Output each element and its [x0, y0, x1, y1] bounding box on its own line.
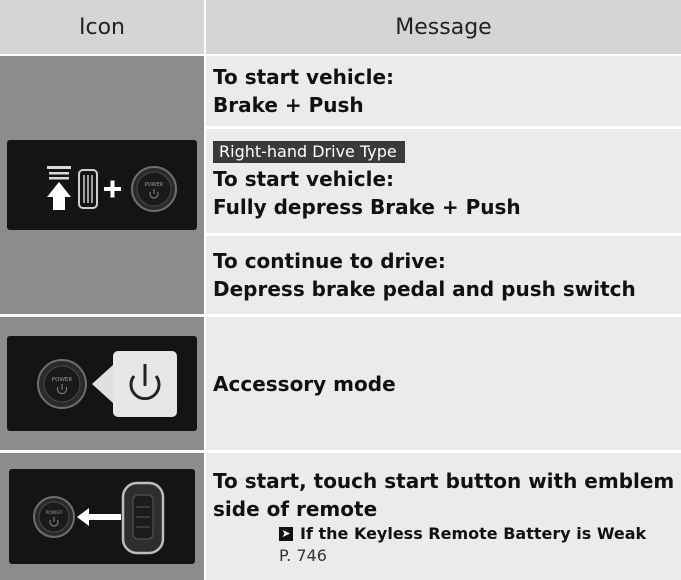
message-accessory-mode: Accessory mode — [206, 317, 681, 450]
brake-plus-power-button-icon: POWER — [7, 140, 197, 230]
arrow-right-icon: ➤ — [279, 526, 293, 541]
svg-text:POWER: POWER — [145, 182, 164, 188]
message-table: Icon Message POWER To start vehicle: Bra… — [0, 0, 681, 580]
message-line: side of remote — [213, 496, 378, 521]
message-line: Depress brake pedal and push switch — [213, 277, 636, 301]
message-line: To start vehicle: — [213, 167, 395, 191]
message-continue-drive: To continue to drive: Depress brake peda… — [206, 236, 681, 314]
message-line: To continue to drive: — [213, 249, 446, 273]
header-message: Message — [206, 0, 681, 54]
cross-reference-text[interactable]: If the Keyless Remote Battery is Weak — [300, 523, 646, 545]
message-start-vehicle-rhd: Right-hand Drive Type To start vehicle: … — [206, 129, 681, 233]
page-reference[interactable]: P. 746 — [213, 545, 681, 567]
svg-text:POWER: POWER — [52, 377, 73, 383]
rhd-tag: Right-hand Drive Type — [213, 141, 405, 163]
message-line: To start vehicle: — [213, 65, 395, 89]
header-icon: Icon — [0, 0, 204, 54]
icon-cell-remote: POWER — [0, 453, 204, 580]
message-line: To start, touch start button with emblem — [213, 468, 675, 493]
icon-cell-start: POWER — [0, 56, 204, 314]
cross-reference-link[interactable]: ➤ If the Keyless Remote Battery is Weak — [213, 523, 681, 545]
message-touch-start-remote: To start, touch start button with emblem… — [206, 453, 681, 580]
message-line: Fully depress Brake + Push — [213, 195, 521, 219]
power-button-remote-icon: POWER — [9, 469, 195, 564]
icon-cell-accessory: POWER — [0, 317, 204, 450]
svg-text:POWER: POWER — [46, 510, 63, 516]
power-button-accessory-icon: POWER — [7, 336, 197, 431]
message-line: Brake + Push — [213, 93, 364, 117]
message-line: Accessory mode — [213, 371, 396, 396]
message-start-vehicle: To start vehicle: Brake + Push — [206, 56, 681, 126]
